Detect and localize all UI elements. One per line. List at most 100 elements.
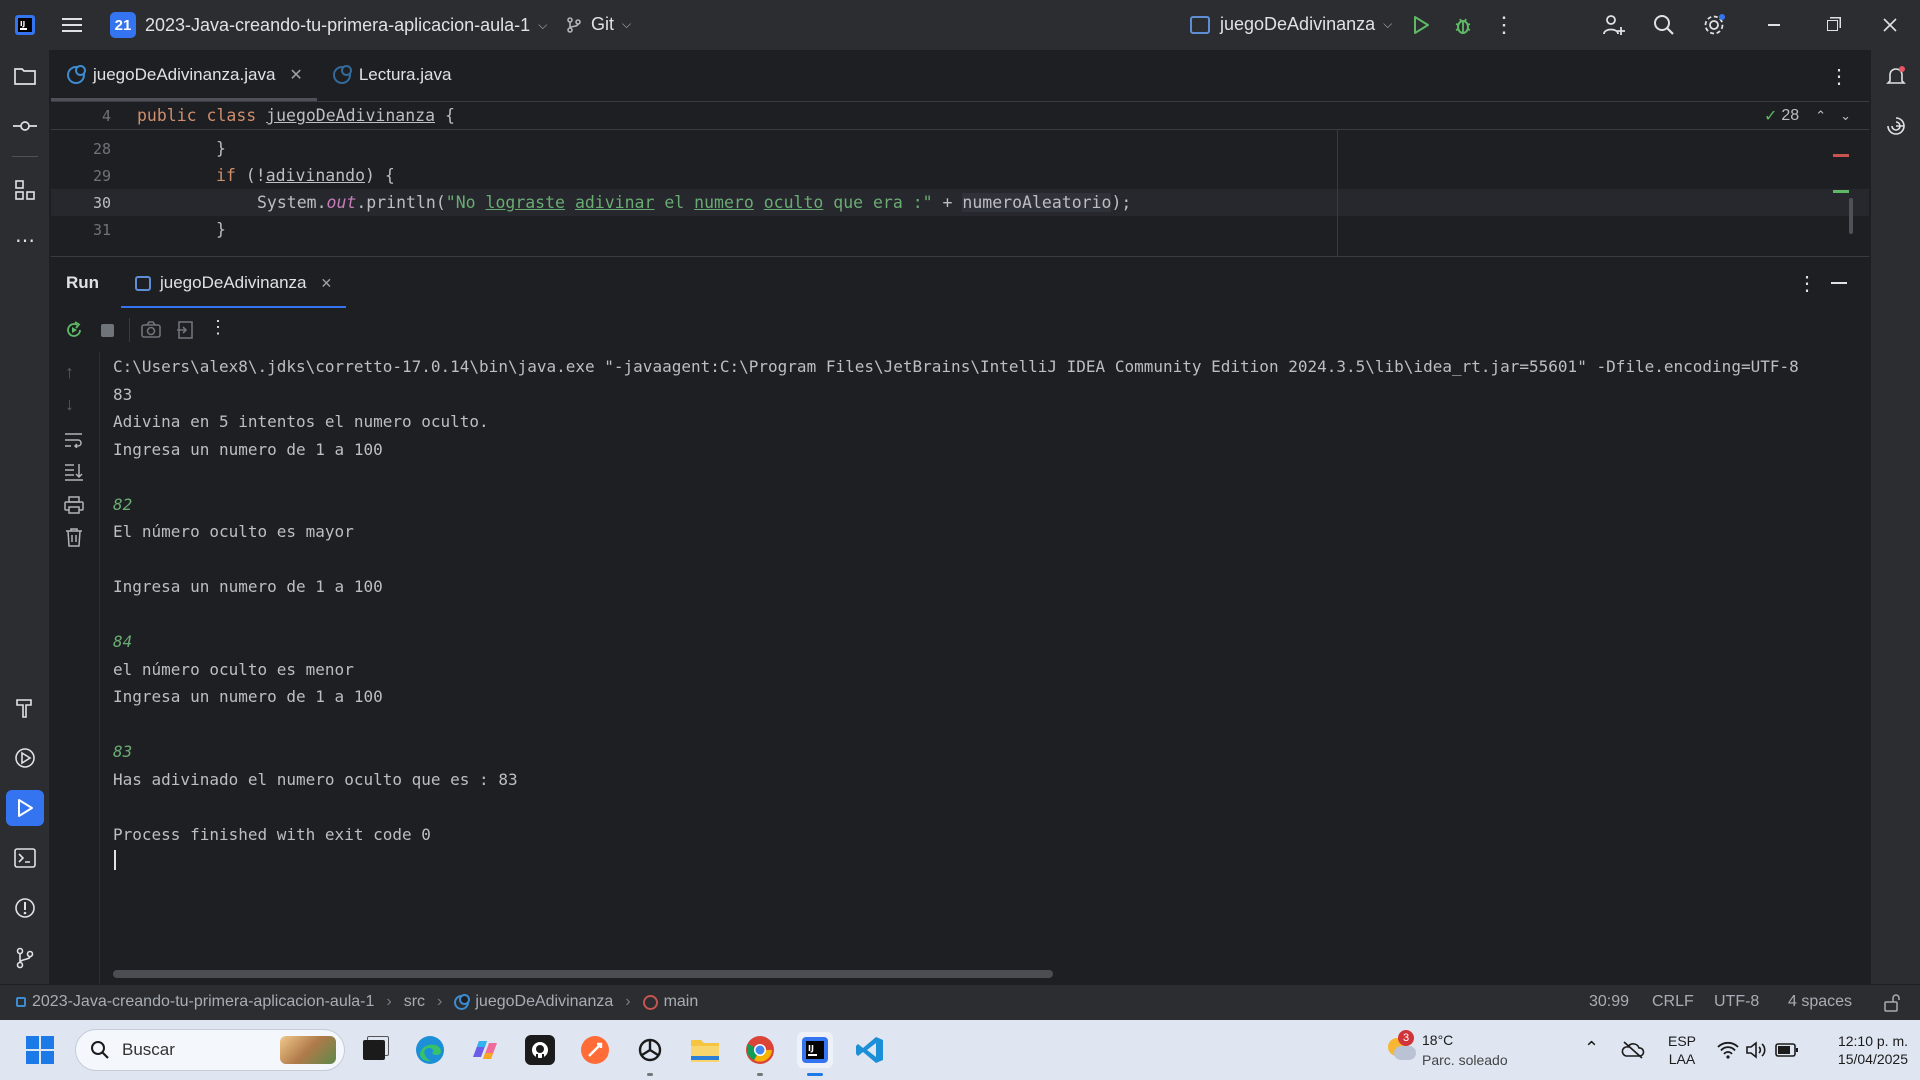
copilot-icon[interactable] bbox=[467, 1032, 503, 1068]
editor-scrollbar[interactable] bbox=[1849, 198, 1853, 234]
project-selector[interactable]: 21 2023-Java-creando-tu-primera-aplicaci… bbox=[110, 12, 547, 38]
print-icon[interactable] bbox=[63, 494, 85, 516]
close-tab-icon[interactable]: ✕ bbox=[321, 275, 333, 292]
lang-top: ESP bbox=[1667, 1033, 1696, 1049]
chevron-up-icon[interactable]: ⌃ bbox=[1815, 108, 1826, 124]
terminal-icon[interactable] bbox=[0, 838, 50, 878]
sticky-line[interactable]: 4 public class juegoDeAdivinanza { bbox=[51, 102, 1869, 130]
toolbar-more-icon[interactable]: ⋮ bbox=[209, 317, 227, 338]
debug-button[interactable] bbox=[1450, 13, 1476, 37]
services-icon[interactable] bbox=[0, 738, 50, 778]
console-line: Adivina en 5 intentos el numero oculto. bbox=[113, 412, 489, 431]
git-icon[interactable] bbox=[0, 938, 50, 978]
run-title: Run bbox=[66, 272, 100, 292]
camera-icon[interactable] bbox=[139, 319, 163, 341]
chevron-up-icon[interactable]: ⌃ bbox=[1584, 1038, 1599, 1059]
onedrive-cloud-icon[interactable] bbox=[1620, 1038, 1646, 1062]
breadcrumb-src[interactable]: src bbox=[404, 993, 425, 1011]
wifi-icon[interactable] bbox=[1716, 1038, 1740, 1062]
console-line: Ingresa un numero de 1 a 100 bbox=[113, 439, 383, 459]
close-tab-icon[interactable]: ✕ bbox=[289, 65, 302, 85]
clock[interactable]: 12:10 p. m. 15/04/2025 bbox=[1808, 1032, 1908, 1068]
line-number: 28 bbox=[92, 139, 111, 158]
rerun-icon[interactable] bbox=[63, 319, 85, 341]
project-folder-icon[interactable] bbox=[0, 56, 50, 96]
intellij-taskbar-icon[interactable]: IJ bbox=[797, 1032, 833, 1076]
chatgpt-icon[interactable] bbox=[632, 1032, 668, 1076]
exit-icon[interactable] bbox=[173, 319, 197, 341]
chevron-down-icon: ⌵ bbox=[538, 17, 548, 32]
line-separator[interactable]: CRLF bbox=[1652, 993, 1694, 1011]
horizontal-scrollbar[interactable] bbox=[113, 970, 1053, 978]
file-encoding[interactable]: UTF-8 bbox=[1714, 993, 1759, 1011]
file-explorer-icon[interactable] bbox=[687, 1032, 723, 1068]
build-hammer-icon[interactable] bbox=[0, 688, 50, 728]
trash-icon[interactable] bbox=[63, 526, 85, 548]
stop-icon[interactable] bbox=[101, 324, 114, 337]
run-button[interactable] bbox=[1408, 13, 1434, 37]
vcs-selector[interactable]: Git ⌵ bbox=[565, 14, 631, 35]
input-language[interactable]: ESP LAA bbox=[1664, 1032, 1700, 1068]
code-line-31[interactable]: 31 } bbox=[51, 216, 1869, 243]
search-icon[interactable] bbox=[1650, 12, 1678, 38]
more-actions-icon[interactable]: ⋮ bbox=[1493, 12, 1515, 37]
add-user-icon[interactable] bbox=[1600, 12, 1628, 38]
breadcrumb-method[interactable]: main bbox=[664, 993, 699, 1011]
code-line-30[interactable]: 30 System.out.println("No lograste adivi… bbox=[51, 189, 1869, 216]
scroll-to-end-icon[interactable] bbox=[63, 462, 85, 482]
tabs-more-icon[interactable]: ⋮ bbox=[1829, 64, 1849, 89]
restore-icon[interactable] bbox=[1818, 12, 1846, 38]
intellij-logo-icon[interactable]: IJ bbox=[12, 13, 38, 37]
code-line-28[interactable]: 28 } bbox=[51, 135, 1869, 162]
chevron-down-icon: ⌵ bbox=[622, 17, 632, 31]
breadcrumb-project[interactable]: 2023-Java-creando-tu-primera-aplicacion-… bbox=[32, 993, 374, 1011]
volume-icon[interactable] bbox=[1745, 1038, 1769, 1062]
indent-setting[interactable]: 4 spaces bbox=[1788, 993, 1852, 1011]
right-margin-guide bbox=[1337, 130, 1338, 256]
chevron-down-icon[interactable]: ⌄ bbox=[1840, 108, 1851, 124]
problems-icon[interactable] bbox=[0, 888, 50, 928]
minimize-icon[interactable] bbox=[1760, 12, 1788, 38]
hide-panel-icon[interactable] bbox=[1831, 282, 1847, 284]
code-text: if (!adivinando) { bbox=[216, 166, 395, 185]
weather-widget[interactable]: 3 18°C Parc. soleado bbox=[1382, 1030, 1522, 1072]
task-view-icon[interactable] bbox=[356, 1032, 392, 1068]
weather-alert-badge: 3 bbox=[1398, 1030, 1414, 1046]
notifications-bell-icon[interactable] bbox=[1871, 56, 1920, 96]
windows-taskbar: Buscar IJ 3 18°C Parc. soleado ⌃ ESP LAA… bbox=[0, 1020, 1920, 1080]
arrow-up-icon[interactable]: ↑ bbox=[65, 362, 74, 383]
lock-open-icon[interactable] bbox=[1882, 993, 1902, 1013]
edge-browser-icon[interactable] bbox=[412, 1032, 448, 1068]
battery-icon[interactable] bbox=[1774, 1038, 1800, 1062]
svg-text:IJ: IJ bbox=[20, 20, 25, 28]
tab-lectura[interactable]: Lectura.java bbox=[317, 49, 466, 101]
code-editor[interactable]: 4 public class juegoDeAdivinanza { ✓ 28 … bbox=[51, 102, 1869, 256]
lang-bottom: LAA bbox=[1668, 1051, 1696, 1067]
commit-icon[interactable] bbox=[0, 106, 50, 146]
more-tools-icon[interactable]: ⋯ bbox=[0, 220, 50, 260]
postman-icon[interactable] bbox=[577, 1032, 613, 1068]
caret-position[interactable]: 30:99 bbox=[1589, 993, 1629, 1011]
soft-wrap-icon[interactable] bbox=[63, 430, 85, 450]
tab-juegodeadivinanza[interactable]: juegoDeAdivinanza.java ✕ bbox=[51, 49, 317, 101]
chevron-right-icon: › bbox=[437, 993, 443, 1010]
chrome-icon[interactable] bbox=[742, 1032, 778, 1076]
run-config-selector[interactable]: juegoDeAdivinanza ⌵ bbox=[1190, 14, 1392, 35]
settings-gear-icon[interactable] bbox=[1700, 12, 1728, 38]
breadcrumb-class[interactable]: juegoDeAdivinanza bbox=[475, 993, 613, 1011]
run-tab-juegodeadivinanza[interactable]: juegoDeAdivinanza ✕ bbox=[121, 257, 347, 309]
run-options-icon[interactable]: ⋮ bbox=[1797, 271, 1817, 296]
structure-icon[interactable] bbox=[0, 170, 50, 210]
code-line-29[interactable]: 29 if (!adivinando) { bbox=[51, 162, 1869, 189]
inspections-widget[interactable]: ✓ 28 ⌃ ⌄ bbox=[1764, 106, 1851, 126]
main-menu-icon[interactable] bbox=[60, 13, 86, 37]
arrow-down-icon[interactable]: ↓ bbox=[65, 394, 74, 415]
ai-assistant-icon[interactable] bbox=[1871, 106, 1920, 146]
run-tool-icon[interactable] bbox=[0, 788, 50, 828]
taskbar-search[interactable]: Buscar bbox=[75, 1029, 345, 1071]
console-output[interactable]: C:\Users\alex8\.jdks\corretto-17.0.14\bi… bbox=[101, 352, 1869, 984]
windows-start-icon[interactable] bbox=[22, 1032, 58, 1068]
close-icon[interactable] bbox=[1876, 12, 1904, 38]
github-icon[interactable] bbox=[522, 1032, 558, 1068]
vscode-icon[interactable] bbox=[852, 1032, 888, 1068]
